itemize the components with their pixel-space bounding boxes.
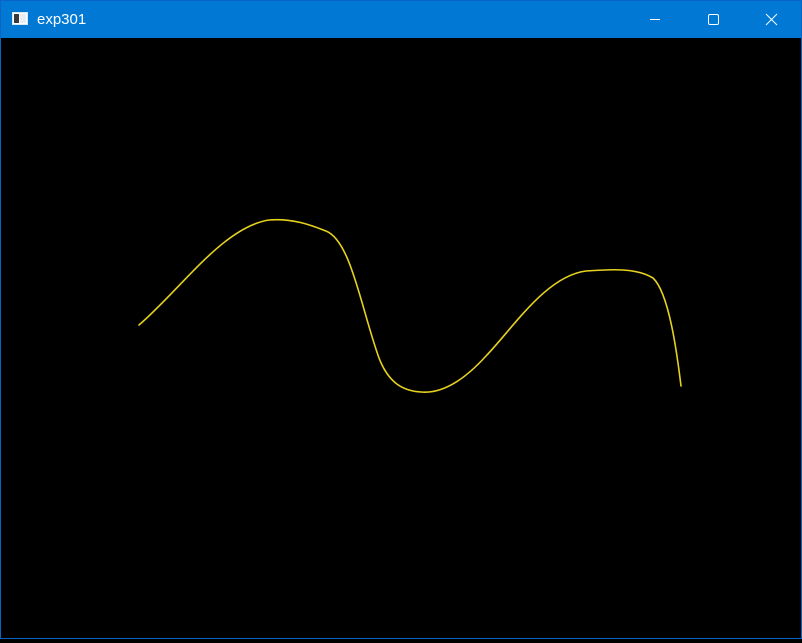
spline-curve	[138, 218, 682, 393]
title-bar[interactable]: exp301	[1, 1, 801, 38]
app-window: exp301	[0, 0, 802, 639]
minimize-button[interactable]	[626, 1, 684, 38]
minimize-icon	[650, 19, 660, 20]
maximize-icon	[708, 14, 719, 25]
maximize-button[interactable]	[684, 1, 742, 38]
drawing-canvas	[1, 38, 801, 638]
close-button[interactable]	[742, 1, 800, 38]
canvas-svg	[138, 218, 682, 393]
window-title: exp301	[37, 11, 87, 28]
app-icon	[12, 12, 28, 25]
close-icon	[765, 13, 778, 26]
